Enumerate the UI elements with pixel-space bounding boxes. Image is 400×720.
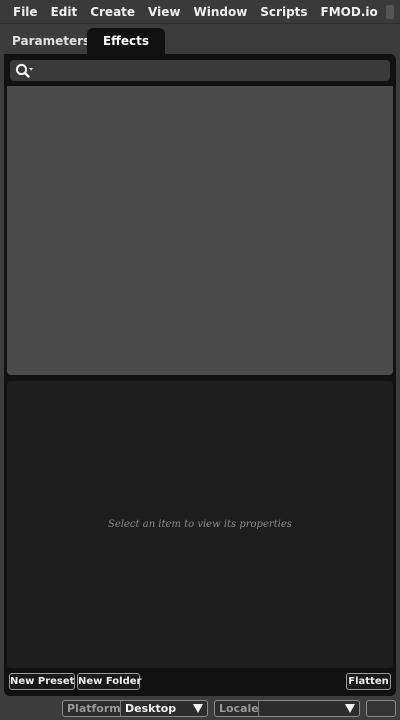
flatten-button[interactable]: Flatten <box>346 673 391 690</box>
search-input[interactable] <box>36 62 384 79</box>
effects-browser-tree[interactable] <box>7 86 393 375</box>
menu-create[interactable]: Create <box>90 5 143 19</box>
menu-edit[interactable]: Edit <box>51 5 86 19</box>
search-bar[interactable] <box>10 60 390 81</box>
search-icon[interactable] <box>15 63 33 79</box>
menu-overflow-grip[interactable] <box>386 5 394 19</box>
menu-fmodio[interactable]: FMOD.io <box>321 5 386 19</box>
menu-scripts[interactable]: Scripts <box>260 5 315 19</box>
chevron-down-icon[interactable] <box>193 704 203 713</box>
chevron-down-icon[interactable] <box>345 704 355 713</box>
menu-view[interactable]: View <box>148 5 188 19</box>
properties-hint: Select an item to view its properties <box>108 519 292 530</box>
platform-select[interactable]: Platform Desktop <box>62 700 208 717</box>
tab-effects[interactable]: Effects <box>87 28 165 55</box>
effects-panel: Select an item to view its properties Ne… <box>4 54 396 696</box>
menu-window[interactable]: Window <box>193 5 255 19</box>
platform-label: Platform <box>63 701 121 716</box>
platform-value: Desktop <box>125 702 177 715</box>
tab-parameters[interactable]: Parameters <box>4 28 90 55</box>
new-folder-button[interactable]: New Folder <box>77 673 141 690</box>
locale-label: Locale <box>215 701 259 716</box>
properties-area: Select an item to view its properties <box>7 381 393 668</box>
locale-select[interactable]: Locale <box>214 700 360 717</box>
menu-file[interactable]: File <box>13 5 46 19</box>
new-preset-button[interactable]: New Preset <box>9 673 75 690</box>
bottom-bar: Platform Desktop Locale <box>0 698 400 720</box>
menu-bar: File Edit Create View Window Scripts FMO… <box>0 0 400 24</box>
tab-bar: Parameters Effects <box>4 28 165 55</box>
status-box[interactable] <box>366 700 396 717</box>
